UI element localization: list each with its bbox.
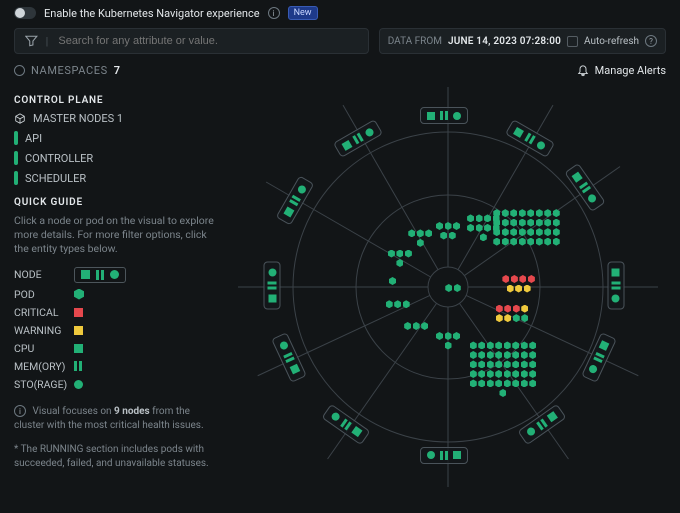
controller-label: CONTROLLER xyxy=(25,152,93,165)
pod-cluster[interactable] xyxy=(405,229,435,247)
footnote-focus: i Visual focuses on 9 nodes from the clu… xyxy=(14,405,216,433)
namespaces-count: 7 xyxy=(114,64,121,77)
data-from-value: JUNE 14, 2023 07:28:00 xyxy=(448,36,561,47)
legend-warning[interactable]: WARNING xyxy=(14,324,216,337)
bell-icon xyxy=(577,65,589,77)
info-icon[interactable]: i xyxy=(268,7,280,19)
data-from-label: DATA FROM xyxy=(388,36,442,47)
new-badge: New xyxy=(288,6,318,20)
master-nodes-item[interactable]: MASTER NODES 1 xyxy=(14,112,216,125)
storage-glyph xyxy=(74,380,83,389)
help-icon[interactable]: ? xyxy=(645,35,657,47)
legend-memory[interactable]: MEM(ORY) xyxy=(14,360,216,373)
search-bar[interactable]: | xyxy=(14,28,369,54)
pod-cluster[interactable] xyxy=(401,322,431,330)
warning-glyph xyxy=(74,326,83,335)
feature-toggle-label: Enable the Kubernetes Navigator experien… xyxy=(44,7,260,20)
legend-cpu-label: CPU xyxy=(14,342,66,355)
legend-storage-label: STO(RAGE) xyxy=(14,378,66,391)
namespaces-summary[interactable]: NAMESPACES 7 xyxy=(14,64,121,77)
cpu-glyph xyxy=(74,344,83,353)
pod-glyph xyxy=(74,289,84,300)
api-item[interactable]: API xyxy=(14,131,216,145)
legend-node-label: NODE xyxy=(14,268,66,281)
status-bar-icon xyxy=(14,151,18,165)
status-bar-icon xyxy=(14,131,18,145)
node-capsule[interactable] xyxy=(607,262,624,310)
control-plane-heading: CONTROL PLANE xyxy=(14,95,216,106)
legend-warning-label: WARNING xyxy=(14,324,66,337)
scheduler-label: SCHEDULER xyxy=(25,172,86,185)
legend-critical[interactable]: CRITICAL xyxy=(14,306,216,319)
legend-pod-label: POD xyxy=(14,288,66,301)
critical-glyph xyxy=(74,308,83,317)
namespace-icon xyxy=(14,65,25,76)
legend-storage[interactable]: STO(RAGE) xyxy=(14,378,216,391)
pod-cluster[interactable] xyxy=(383,300,413,308)
quick-guide-body: Click a node or pod on the visual to exp… xyxy=(14,214,216,257)
controller-item[interactable]: CONTROLLER xyxy=(14,151,216,165)
pod-cluster[interactable] xyxy=(433,332,463,350)
footnote-running: * The RUNNING section includes pods with… xyxy=(14,443,216,471)
pod-cluster[interactable] xyxy=(492,209,562,246)
manage-alerts-button[interactable]: Manage Alerts xyxy=(577,64,666,77)
pod-cluster[interactable] xyxy=(468,341,538,397)
legend-node[interactable]: NODE xyxy=(14,267,216,283)
autorefresh-checkbox[interactable] xyxy=(567,36,578,47)
master-nodes-label: MASTER NODES 1 xyxy=(33,112,123,125)
info-icon: i xyxy=(14,405,26,417)
pod-cluster[interactable] xyxy=(378,277,408,285)
data-from-pill[interactable]: DATA FROM JUNE 14, 2023 07:28:00 Auto-re… xyxy=(379,28,666,54)
legend-critical-label: CRITICAL xyxy=(14,306,66,319)
cube-icon xyxy=(14,113,26,125)
search-input[interactable] xyxy=(56,34,357,48)
pod-cluster[interactable] xyxy=(501,275,537,293)
node-capsule[interactable] xyxy=(264,262,281,310)
memory-glyph xyxy=(74,361,82,371)
legend-cpu[interactable]: CPU xyxy=(14,342,216,355)
cluster-wheel[interactable] xyxy=(226,87,670,487)
legend-pod[interactable]: POD xyxy=(14,288,216,301)
api-label: API xyxy=(25,132,42,145)
pod-cluster[interactable] xyxy=(385,250,415,268)
legend-memory-label: MEM(ORY) xyxy=(14,360,66,373)
node-capsule[interactable] xyxy=(420,107,468,124)
node-capsule[interactable] xyxy=(420,447,468,464)
namespaces-label: NAMESPACES xyxy=(31,64,108,77)
node-glyph xyxy=(74,267,126,283)
scheduler-item[interactable]: SCHEDULER xyxy=(14,171,216,185)
feature-toggle[interactable] xyxy=(14,7,36,19)
pod-cluster[interactable] xyxy=(494,305,530,323)
pod-cluster[interactable] xyxy=(433,222,463,240)
manage-alerts-label: Manage Alerts xyxy=(595,64,666,77)
quick-guide-heading: QUICK GUIDE xyxy=(14,197,216,208)
autorefresh-label: Auto-refresh xyxy=(584,36,639,47)
status-bar-icon xyxy=(14,171,18,185)
filter-icon xyxy=(25,35,38,47)
